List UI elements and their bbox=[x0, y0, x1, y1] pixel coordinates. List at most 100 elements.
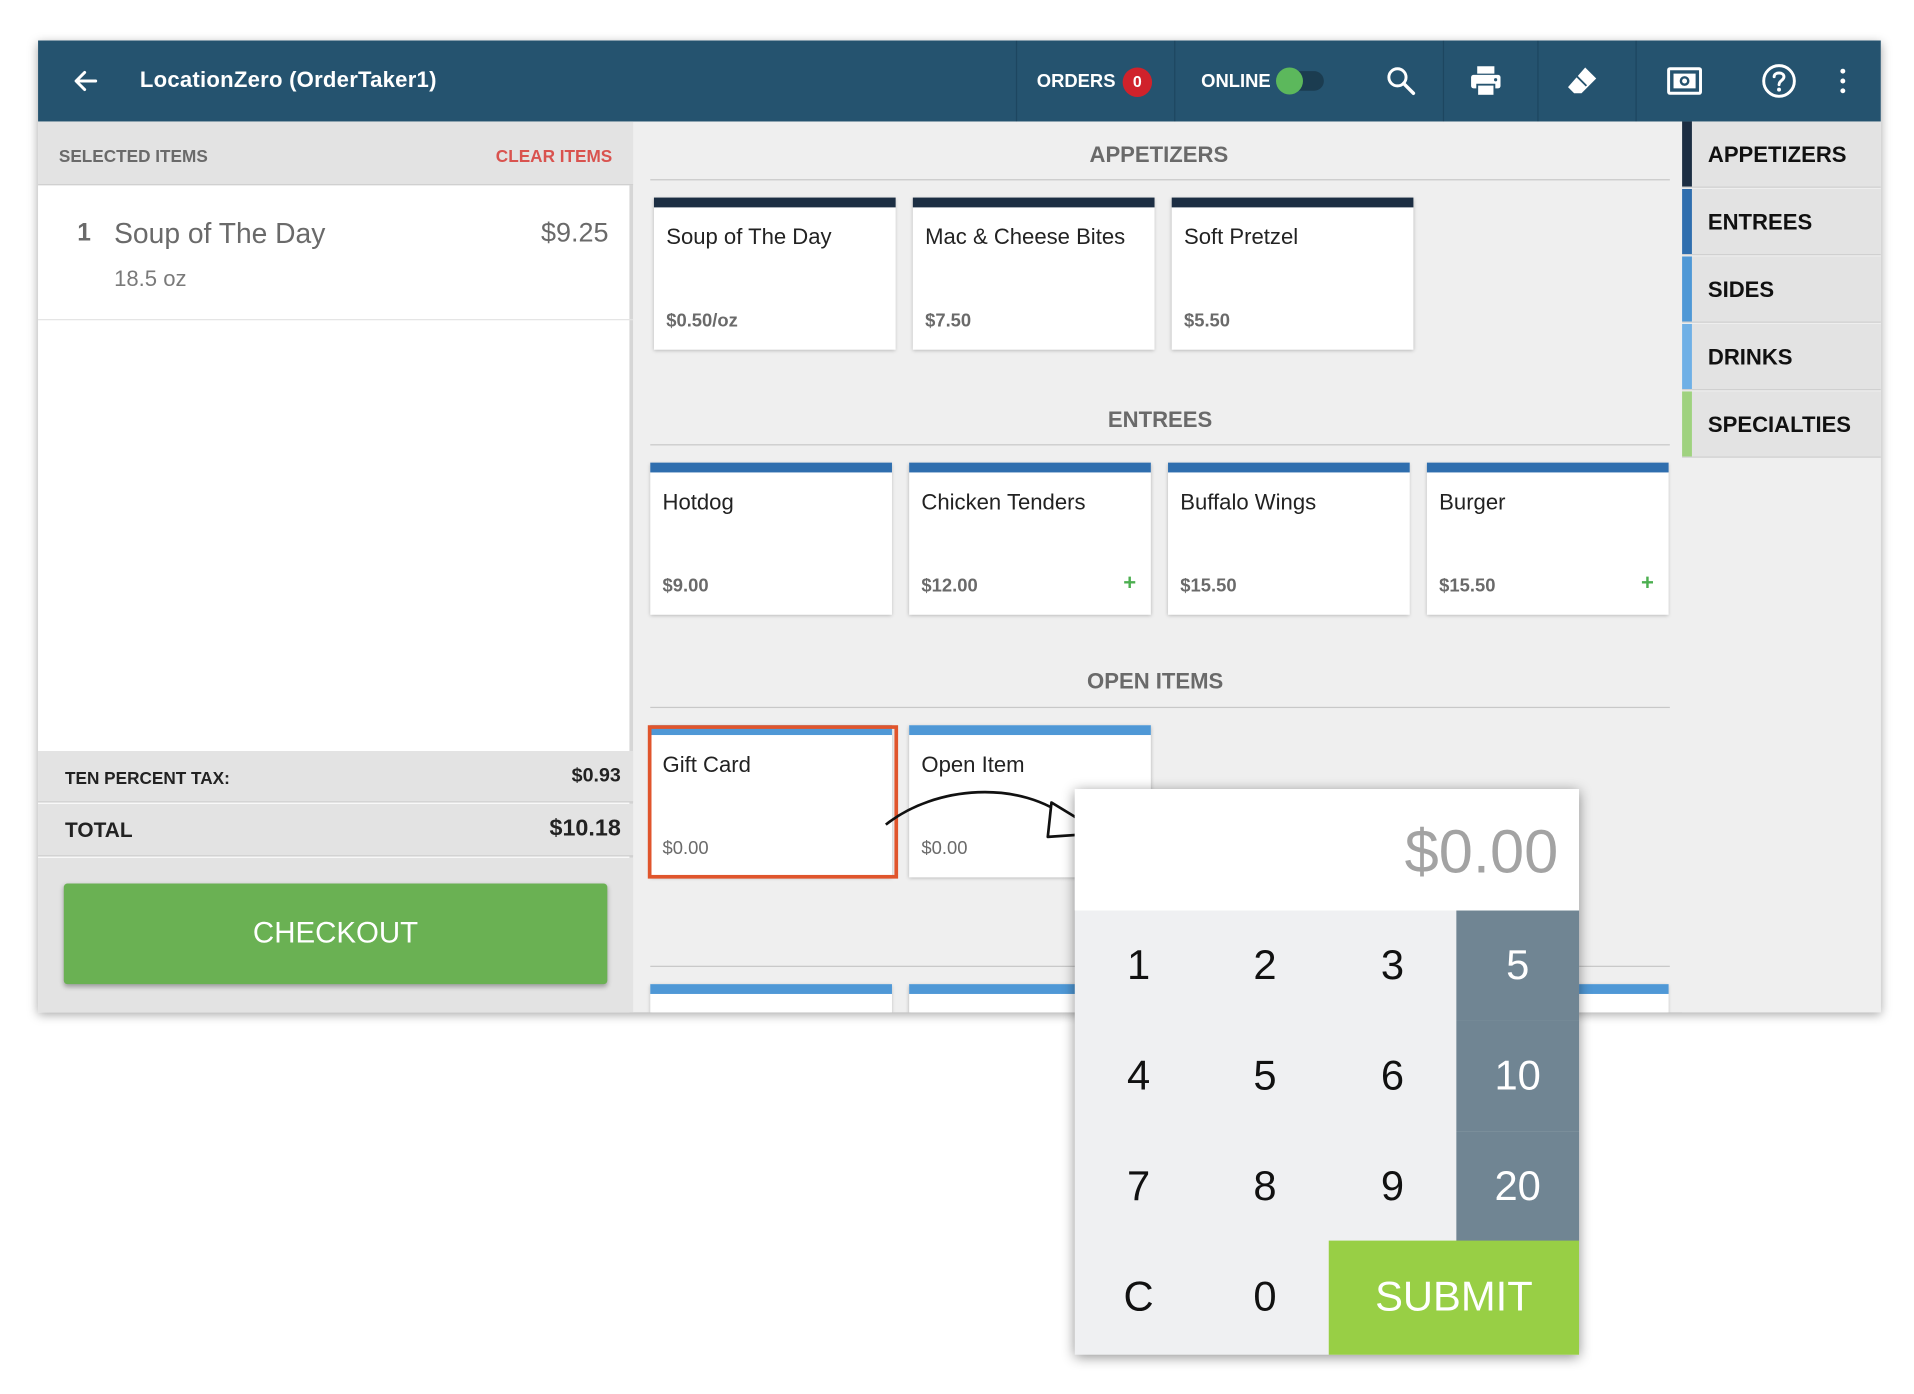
menu-item-price: $15.50 bbox=[1439, 575, 1496, 597]
clear-items-button[interactable]: CLEAR ITEMS bbox=[496, 146, 612, 166]
numpad-key-9[interactable]: 9 bbox=[1329, 1131, 1457, 1241]
category-color-strip bbox=[1682, 256, 1692, 322]
category-label: APPETIZERS bbox=[1707, 142, 1847, 167]
location-title: LocationZero (OrderTaker1) bbox=[139, 67, 437, 93]
menu-item-name: Hotdog bbox=[662, 489, 734, 515]
item-quantity: 1 bbox=[77, 219, 91, 247]
menu-item-soup-of-the-day[interactable]: Soup of The Day $0.50/oz bbox=[653, 197, 896, 350]
gift-card-highlight bbox=[647, 725, 899, 879]
menu-item-soft-pretzel[interactable]: Soft Pretzel $5.50 bbox=[1171, 197, 1414, 350]
section-title-appetizers: APPETIZERS bbox=[1089, 142, 1229, 167]
section-title-entrees: ENTREES bbox=[1107, 407, 1213, 432]
online-label: ONLINE bbox=[1201, 71, 1271, 93]
amount-value: $0.00 bbox=[1404, 817, 1559, 886]
divider bbox=[1015, 40, 1018, 122]
submit-button[interactable]: SUBMIT bbox=[1328, 1240, 1580, 1355]
quick-amount-10-button[interactable]: 10 bbox=[1456, 1020, 1580, 1132]
camera-icon[interactable] bbox=[1666, 63, 1703, 100]
category-label: SPECIALTIES bbox=[1707, 412, 1852, 437]
card-color-bar bbox=[1426, 462, 1669, 473]
amount-display: $0.00 bbox=[1074, 789, 1580, 911]
tax-value: $0.93 bbox=[571, 765, 621, 787]
total-label: TOTAL bbox=[65, 818, 133, 842]
item-name: Soup of The Day bbox=[114, 217, 326, 250]
category-color-strip bbox=[1682, 323, 1692, 389]
card-color-bar bbox=[653, 197, 896, 208]
card-color-bar bbox=[650, 984, 892, 994]
selected-items-title: SELECTED ITEMS bbox=[58, 146, 208, 166]
menu-item-buffalo-wings[interactable]: Buffalo Wings $15.50 bbox=[1168, 462, 1410, 615]
orders-count-badge: 0 bbox=[1122, 67, 1153, 97]
numpad-key-6[interactable]: 6 bbox=[1329, 1021, 1457, 1131]
numpad-key-8[interactable]: 8 bbox=[1201, 1131, 1329, 1241]
divider bbox=[1537, 40, 1539, 122]
numpad-key-7[interactable]: 7 bbox=[1075, 1131, 1203, 1241]
category-sides[interactable]: SIDES bbox=[1682, 256, 1881, 323]
menu-item-hotdog[interactable]: Hotdog $9.00 bbox=[650, 462, 892, 615]
modifier-plus-icon: + bbox=[1123, 570, 1137, 596]
menu-item-partial[interactable] bbox=[650, 984, 892, 1013]
card-color-bar bbox=[909, 462, 1151, 473]
numpad-key-clear[interactable]: C bbox=[1075, 1242, 1203, 1352]
amount-numpad: $0.00 1 2 3 4 5 6 7 8 9 C 0 5 10 20 SUBM… bbox=[1074, 789, 1580, 1355]
numpad-key-0[interactable]: 0 bbox=[1201, 1242, 1329, 1352]
numpad-key-1[interactable]: 1 bbox=[1075, 911, 1203, 1021]
menu-item-name: Soft Pretzel bbox=[1183, 224, 1299, 250]
menu-item-name: Chicken Tenders bbox=[921, 489, 1086, 515]
category-entrees[interactable]: ENTREES bbox=[1682, 188, 1881, 256]
category-color-strip bbox=[1682, 121, 1692, 187]
online-toggle-knob[interactable] bbox=[1275, 67, 1303, 95]
category-appetizers[interactable]: APPETIZERS bbox=[1682, 121, 1881, 188]
category-specialties[interactable]: SPECIALTIES bbox=[1682, 391, 1881, 458]
category-label: SIDES bbox=[1707, 277, 1775, 302]
divider bbox=[1635, 40, 1637, 122]
pos-app-window: LocationZero (OrderTaker1) ORDERS 0 ONLI… bbox=[38, 40, 1881, 1013]
numpad-key-3[interactable]: 3 bbox=[1329, 911, 1457, 1021]
menu-item-price: $0.50/oz bbox=[666, 310, 738, 332]
top-bar: LocationZero (OrderTaker1) ORDERS 0 ONLI… bbox=[38, 40, 1881, 122]
category-list: APPETIZERS ENTREES SIDES DRINKS SPECIALT… bbox=[1682, 121, 1881, 1013]
search-icon[interactable] bbox=[1383, 63, 1420, 100]
card-color-bar bbox=[1171, 197, 1414, 208]
numpad-key-4[interactable]: 4 bbox=[1075, 1021, 1203, 1131]
screenshot-stage: LocationZero (OrderTaker1) ORDERS 0 ONLI… bbox=[0, 0, 1914, 1394]
order-line-item[interactable]: 1 Soup of The Day $9.25 18.5 oz bbox=[38, 185, 634, 321]
quick-amount-20-button[interactable]: 20 bbox=[1456, 1131, 1580, 1242]
numpad-key-2[interactable]: 2 bbox=[1201, 911, 1329, 1021]
section-divider bbox=[650, 179, 1670, 181]
menu-item-price: $5.50 bbox=[1183, 310, 1231, 332]
category-label: DRINKS bbox=[1707, 344, 1793, 370]
menu-item-chicken-tenders[interactable]: Chicken Tenders $12.00 + bbox=[909, 462, 1151, 615]
menu-item-price: $15.50 bbox=[1180, 575, 1237, 597]
more-vert-icon[interactable] bbox=[1824, 63, 1861, 100]
quick-amount-5-button[interactable]: 5 bbox=[1456, 910, 1580, 1021]
total-row: TOTAL $10.18 bbox=[38, 803, 634, 857]
printer-icon[interactable] bbox=[1467, 63, 1504, 100]
card-color-bar bbox=[650, 462, 892, 473]
menu-item-name: Mac & Cheese Bites bbox=[925, 224, 1126, 250]
category-color-strip bbox=[1682, 391, 1692, 457]
section-divider bbox=[650, 444, 1670, 446]
menu-item-price: $12.00 bbox=[921, 575, 978, 597]
eraser-icon[interactable] bbox=[1563, 63, 1600, 100]
modifier-plus-icon: + bbox=[1640, 570, 1654, 596]
card-color-bar bbox=[909, 725, 1151, 736]
divider bbox=[1174, 40, 1176, 122]
card-color-bar bbox=[912, 197, 1155, 208]
category-drinks[interactable]: DRINKS bbox=[1682, 323, 1881, 391]
menu-item-burger[interactable]: Burger $15.50 + bbox=[1426, 462, 1669, 615]
section-title-open-items: OPEN ITEMS bbox=[1087, 668, 1224, 694]
category-label: ENTREES bbox=[1707, 209, 1813, 235]
menu-item-price: $7.50 bbox=[925, 310, 972, 332]
numpad-key-5[interactable]: 5 bbox=[1201, 1021, 1329, 1131]
section-divider bbox=[650, 706, 1670, 709]
card-color-bar bbox=[1168, 462, 1410, 473]
back-arrow-icon[interactable] bbox=[67, 63, 104, 100]
checkout-button[interactable]: CHECKOUT bbox=[63, 883, 608, 985]
help-icon[interactable] bbox=[1761, 63, 1798, 100]
menu-item-price: $9.00 bbox=[662, 575, 709, 597]
menu-item-mac-cheese-bites[interactable]: Mac & Cheese Bites $7.50 bbox=[912, 197, 1155, 350]
selected-items-header: SELECTED ITEMS CLEAR ITEMS bbox=[38, 121, 634, 186]
menu-item-name: Soup of The Day bbox=[666, 224, 832, 250]
orders-button[interactable]: ORDERS bbox=[1037, 71, 1116, 92]
